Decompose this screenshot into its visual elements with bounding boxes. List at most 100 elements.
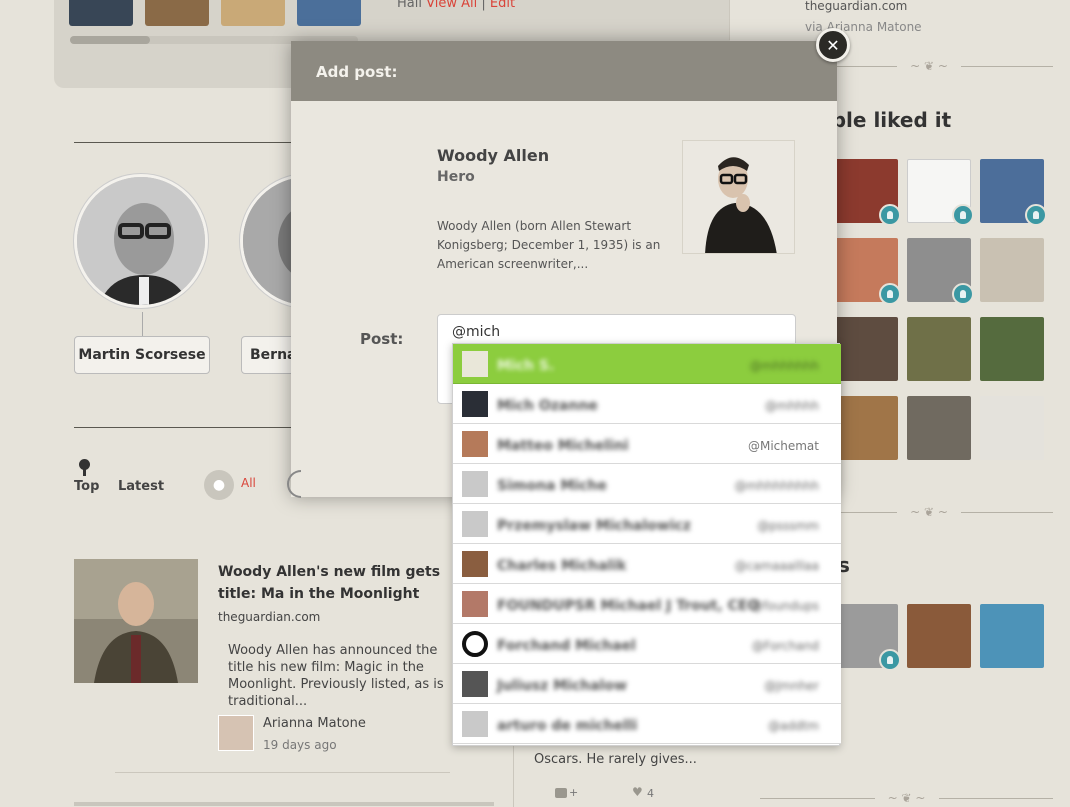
suggestion-item[interactable]: arturo de michelli @addtm (453, 704, 841, 744)
hall-thumb[interactable] (221, 0, 285, 26)
modal-footer-control[interactable] (287, 470, 301, 498)
hero-photo (682, 140, 795, 254)
suggestion-name: FOUNDUPSR Michael J Trout, CEO (497, 598, 760, 614)
suggestion-item[interactable]: Mich Ozanne @mhhhh (453, 384, 841, 424)
like-badge-icon (879, 204, 901, 226)
suggestion-handle: @foundups (751, 599, 819, 613)
suggestion-avatar (462, 671, 488, 697)
snippet-text: Oscars. He rarely gives... (534, 752, 697, 767)
suggestion-item[interactable]: Simona Miche @mhhhhhhhh (453, 464, 841, 504)
liker-image[interactable] (907, 396, 971, 460)
suggestion-item[interactable]: Forchand Michael @Forchand (453, 624, 841, 664)
member-image[interactable] (980, 604, 1044, 668)
like-badge-icon (879, 649, 901, 671)
tab-top[interactable]: Top (74, 479, 99, 494)
divider (115, 772, 450, 773)
liker-image[interactable] (834, 317, 898, 381)
suggestion-name: Mich S. (497, 358, 555, 374)
suggestion-handle-text: @camaaalllaa (734, 559, 819, 573)
suggestion-handle-text: @mhhhhhh (749, 359, 819, 373)
close-icon: ✕ (826, 35, 840, 55)
view-all-link[interactable]: View All (426, 0, 477, 11)
suggestion-avatar (462, 631, 488, 657)
suggestion-handle: @camaaalllaa (735, 559, 819, 573)
connector (142, 312, 143, 336)
divider (74, 142, 294, 143)
hall-prefix: Hall (397, 0, 427, 11)
hall-links: Hall View All | Edit (397, 0, 515, 11)
hall-thumb[interactable] (297, 0, 361, 26)
column-divider (729, 0, 730, 40)
author-time: 19 days ago (263, 738, 337, 752)
suggestion-handle-text: @mhhhh (764, 399, 819, 413)
heart-icon[interactable]: ♥ (632, 785, 643, 799)
suggestion-name: Przemyslaw Michalowicz (497, 518, 691, 534)
hall-thumb[interactable] (69, 0, 133, 26)
author-avatar[interactable] (218, 715, 254, 751)
liker-image[interactable] (980, 396, 1044, 460)
comment-icon[interactable] (555, 788, 567, 798)
liker-image[interactable] (834, 396, 898, 460)
comment-plus[interactable]: + (569, 786, 578, 799)
like-badge-icon (879, 283, 901, 305)
person-name-tag[interactable]: Martin Scorsese (74, 336, 210, 374)
member-image[interactable] (907, 604, 971, 668)
divider (74, 802, 494, 806)
suggestion-name: Juliusz Michalow (497, 678, 627, 694)
suggestion-item[interactable]: Juliusz Michalow @Jmnher (453, 664, 841, 704)
liker-image[interactable] (907, 317, 971, 381)
suggestion-avatar (462, 471, 488, 497)
article-source: theguardian.com (218, 610, 321, 624)
post-label: Post: (360, 330, 404, 348)
hall-scroll-thumb[interactable] (70, 36, 150, 44)
suggestion-handle-text: @Michemat (747, 439, 819, 453)
article-body: Woody Allen has announced the title his … (228, 643, 444, 709)
suggestion-item[interactable]: FOUNDUPSR Michael J Trout, CEO @foundups (453, 584, 841, 624)
suggestion-avatar (462, 391, 488, 417)
ornament-divider: ~ ❦ ~ (805, 59, 1053, 73)
like-badge-icon (1025, 204, 1047, 226)
tab-latest[interactable]: Latest (118, 479, 164, 494)
author-name[interactable]: Arianna Matone (263, 716, 366, 731)
article-image[interactable] (74, 559, 198, 683)
suggestion-handle-text: @Jmnher (764, 679, 819, 693)
suggestion-item[interactable]: Matteo Michelini @Michemat (453, 424, 841, 464)
suggestion-handle: @Michemat (748, 439, 819, 453)
suggestion-handle-text: @psssmm (757, 519, 819, 533)
suggestion-handle-text: @foundups (751, 599, 819, 613)
hero-name: Woody Allen (437, 146, 550, 165)
separator: | (477, 0, 490, 11)
suggestion-name: Forchand Michael (497, 638, 636, 654)
article-title[interactable]: Woody Allen's new film gets title: Ma in… (218, 561, 458, 605)
liked-heading: ople liked it (818, 108, 952, 132)
suggestion-handle: @mhhhhhh (750, 359, 819, 373)
suggestion-item[interactable]: Przemyslaw Michalowicz @psssmm (453, 504, 841, 544)
all-filter-icon[interactable]: ● (204, 470, 234, 500)
suggestion-name: Simona Miche (497, 478, 607, 494)
liker-image[interactable] (980, 317, 1044, 381)
person-avatar[interactable] (74, 174, 208, 308)
suggestion-name: arturo de michelli (497, 718, 638, 734)
suggestion-handle: @mhhhh (765, 399, 819, 413)
suggestion-name: Charles Michalik (497, 558, 627, 574)
person-name: Martin Scorsese (78, 347, 206, 363)
hall-thumb[interactable] (145, 0, 209, 26)
suggestion-avatar (462, 351, 488, 377)
close-button[interactable]: ✕ (816, 28, 850, 62)
right-source: theguardian.com (805, 0, 908, 13)
suggestion-avatar (462, 591, 488, 617)
suggestion-handle: @addtm (768, 719, 819, 733)
suggestion-avatar (462, 711, 488, 737)
pin-icon-tail (83, 468, 86, 476)
like-badge-icon (952, 204, 974, 226)
suggestion-handle-text: @addtm (768, 719, 819, 733)
filter-all[interactable]: All (241, 476, 256, 490)
suggestion-item[interactable]: Charles Michalik @camaaalllaa (453, 544, 841, 584)
suggestion-item[interactable]: Mich S. @mhhhhhh (453, 344, 841, 384)
edit-link[interactable]: Edit (490, 0, 515, 11)
liker-image[interactable] (980, 238, 1044, 302)
hero-role: Hero (437, 169, 475, 185)
suggestion-avatar (462, 431, 488, 457)
suggestion-name: Mich Ozanne (497, 398, 598, 414)
mention-dropdown: Mich S. @mhhhhhh Mich Ozanne @mhhhh Matt… (452, 343, 841, 746)
